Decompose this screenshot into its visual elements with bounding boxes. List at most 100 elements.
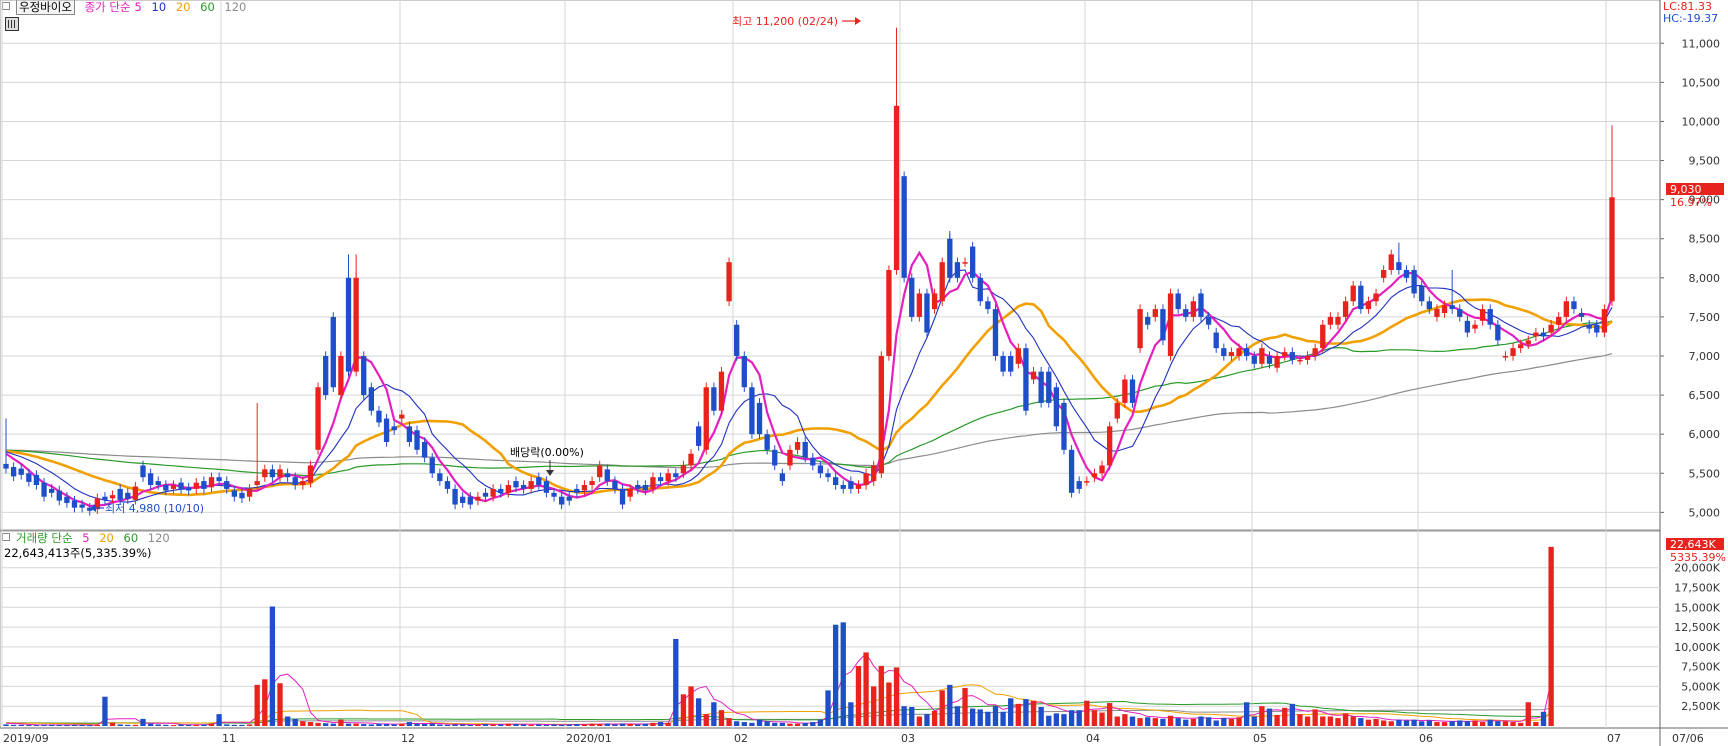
candle-body[interactable]	[1556, 316, 1562, 325]
volume-bar[interactable]	[117, 724, 123, 726]
volume-bar[interactable]	[886, 682, 892, 726]
candle-body[interactable]	[581, 485, 588, 491]
volume-bar[interactable]	[155, 724, 161, 726]
candle-body[interactable]	[216, 477, 222, 482]
volume-bar[interactable]	[1175, 718, 1181, 726]
candle-body[interactable]	[208, 477, 215, 488]
candle-body[interactable]	[1449, 305, 1455, 310]
volume-bar[interactable]	[1312, 709, 1318, 726]
volume-bar[interactable]	[581, 724, 588, 726]
candle-body[interactable]	[1008, 356, 1014, 372]
volume-bar[interactable]	[498, 724, 504, 726]
candle-body[interactable]	[665, 473, 671, 482]
candle-body[interactable]	[284, 473, 291, 478]
volume-bar[interactable]	[619, 723, 626, 726]
volume-bar[interactable]	[475, 724, 481, 726]
volume-bar[interactable]	[41, 724, 47, 726]
candle-body[interactable]	[1190, 301, 1197, 317]
volume-bar[interactable]	[1167, 715, 1174, 726]
candle-body[interactable]	[520, 485, 527, 489]
volume-bar[interactable]	[1510, 722, 1516, 726]
candle-body[interactable]	[254, 481, 260, 485]
candle-body[interactable]	[1487, 309, 1493, 325]
volume-bar[interactable]	[1137, 718, 1143, 726]
candle-body[interactable]	[1464, 320, 1471, 333]
candle-body[interactable]	[734, 324, 740, 356]
candle-body[interactable]	[1236, 348, 1242, 356]
volume-bar[interactable]	[1061, 714, 1067, 726]
volume-bar[interactable]	[284, 716, 291, 726]
candle-body[interactable]	[1023, 348, 1029, 411]
volume-bar[interactable]	[718, 710, 725, 726]
candle-body[interactable]	[482, 492, 489, 497]
candle-body[interactable]	[147, 473, 154, 485]
candle-body[interactable]	[406, 426, 413, 442]
candle-body[interactable]	[163, 485, 169, 491]
candle-body[interactable]	[810, 457, 816, 466]
candle-body[interactable]	[855, 485, 862, 489]
candle-body[interactable]	[125, 492, 131, 500]
volume-bar[interactable]	[18, 724, 24, 726]
candle-body[interactable]	[376, 410, 382, 423]
candle-body[interactable]	[26, 473, 32, 482]
candle-body[interactable]	[1411, 270, 1417, 294]
candle-body[interactable]	[787, 449, 793, 466]
volume-bar[interactable]	[109, 722, 116, 726]
candle-body[interactable]	[277, 469, 283, 478]
volume-bar[interactable]	[1441, 722, 1448, 726]
volume-bar[interactable]	[1122, 714, 1128, 726]
candle-body[interactable]	[3, 463, 9, 469]
volume-bar[interactable]	[977, 709, 983, 726]
candle-body[interactable]	[825, 473, 831, 478]
candle-body[interactable]	[1525, 340, 1531, 345]
candle-body[interactable]	[612, 481, 618, 489]
volume-bar[interactable]	[269, 606, 276, 726]
candle-body[interactable]	[1335, 316, 1341, 325]
candle-body[interactable]	[1373, 293, 1379, 302]
volume-bar[interactable]	[703, 714, 709, 726]
volume-bar[interactable]	[939, 690, 945, 726]
volume-bar[interactable]	[1266, 708, 1273, 726]
candle-body[interactable]	[848, 481, 854, 489]
candle-body[interactable]	[1320, 324, 1326, 349]
volume-bar[interactable]	[1091, 710, 1098, 726]
volume-bar[interactable]	[528, 724, 534, 726]
candle-body[interactable]	[1099, 465, 1105, 474]
volume-bar[interactable]	[1533, 722, 1539, 726]
volume-bar[interactable]	[1259, 706, 1265, 726]
volume-bar[interactable]	[170, 725, 177, 727]
candle-body[interactable]	[460, 496, 466, 503]
candle-body[interactable]	[794, 442, 801, 450]
candle-body[interactable]	[1510, 348, 1516, 356]
volume-bar[interactable]	[680, 694, 687, 726]
candle-body[interactable]	[969, 246, 976, 278]
candle-body[interactable]	[909, 277, 915, 317]
volume-bar[interactable]	[1502, 721, 1509, 726]
candle-body[interactable]	[1000, 356, 1006, 372]
candle-body[interactable]	[102, 496, 108, 500]
volume-bar[interactable]	[832, 624, 839, 726]
volume-bar[interactable]	[1221, 718, 1227, 726]
candle-body[interactable]	[1441, 305, 1448, 313]
candle-body[interactable]	[330, 316, 336, 388]
volume-bar[interactable]	[1472, 720, 1478, 726]
volume-bar[interactable]	[916, 716, 923, 726]
volume-bar[interactable]	[1243, 702, 1250, 726]
volume-bar[interactable]	[893, 667, 900, 726]
volume-bar[interactable]	[855, 665, 862, 726]
volume-bar[interactable]	[49, 724, 55, 726]
candle-body[interactable]	[338, 356, 344, 396]
candle-body[interactable]	[1274, 356, 1280, 368]
volume-bar[interactable]	[277, 683, 283, 726]
volume-bar[interactable]	[1205, 717, 1212, 726]
volume-bar[interactable]	[1008, 698, 1014, 726]
candle-body[interactable]	[947, 238, 953, 278]
volume-bar[interactable]	[132, 724, 139, 726]
volume-bar[interactable]	[612, 724, 618, 726]
candle-body[interactable]	[414, 430, 420, 450]
candle-body[interactable]	[201, 481, 207, 489]
volume-bar[interactable]	[361, 724, 367, 726]
candle-body[interactable]	[650, 477, 656, 489]
volume-bar[interactable]	[1426, 720, 1432, 726]
volume-bar[interactable]	[1517, 722, 1524, 726]
